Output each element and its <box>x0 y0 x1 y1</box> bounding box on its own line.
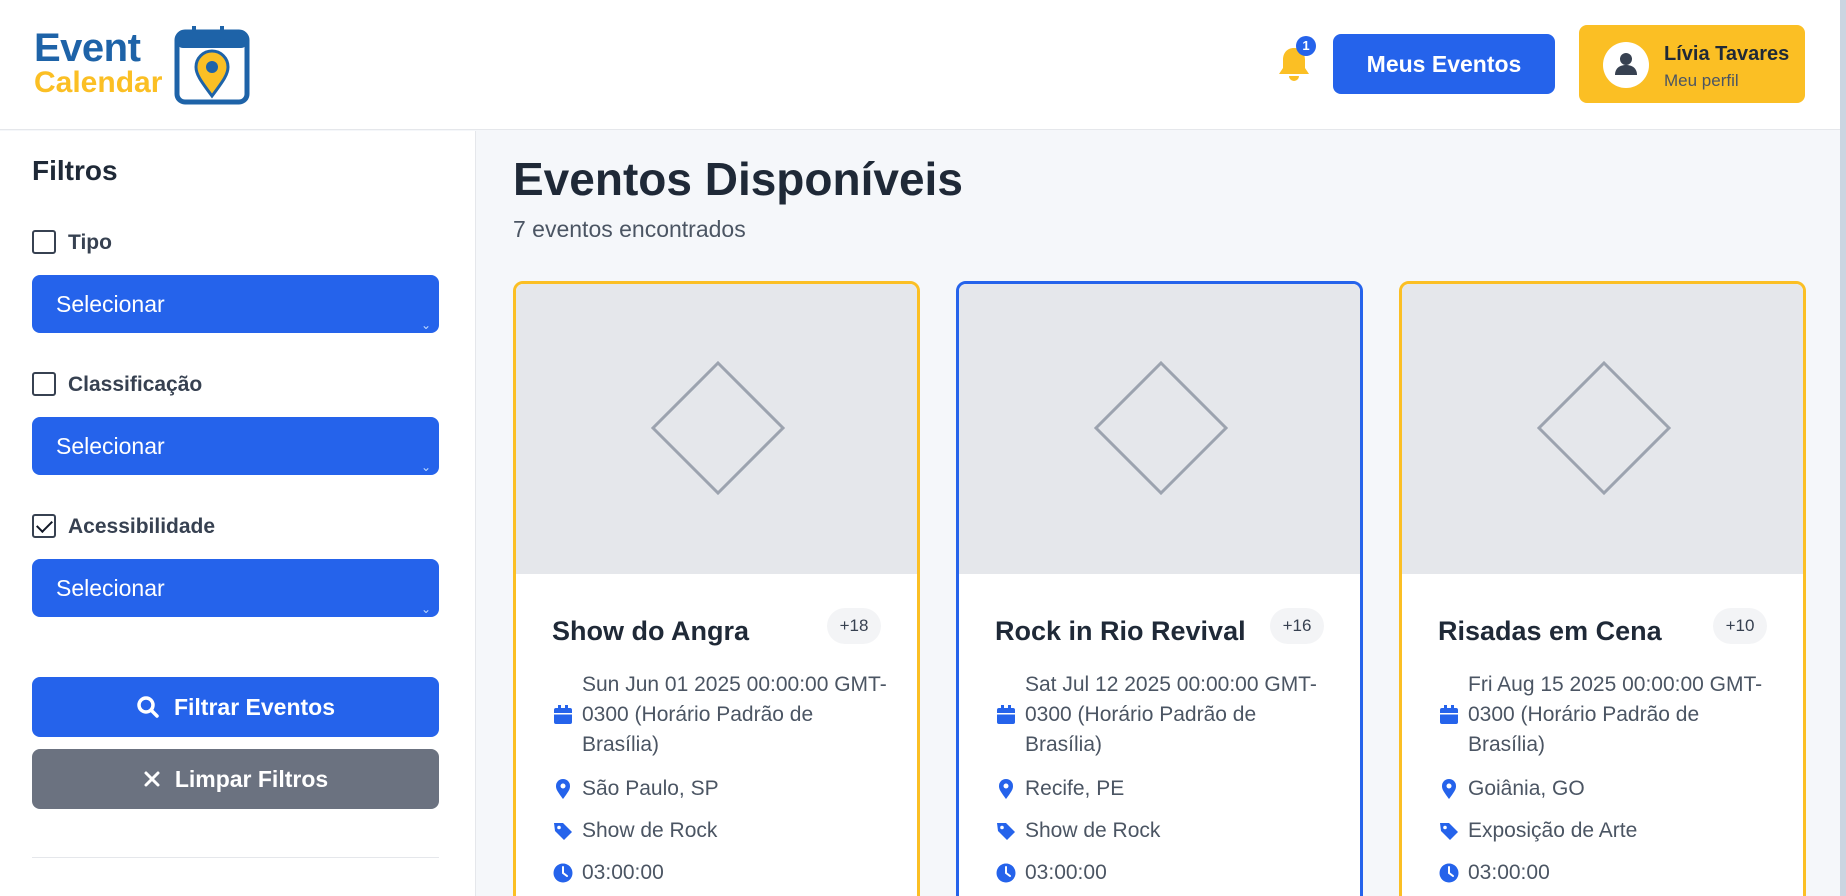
top-header: Event Calendar 1 Meus Eventos Lívia Tava… <box>0 0 1846 130</box>
filter-tipo-label: Tipo <box>68 231 112 254</box>
event-date: Fri Aug 15 2025 00:00:00 GMT-0300 (Horár… <box>1468 673 1763 756</box>
event-image-placeholder <box>1402 284 1803 574</box>
notification-count-badge: 1 <box>1296 36 1316 56</box>
filter-tipo-select[interactable]: Selecionar ⌄ <box>32 275 439 333</box>
profile-name: Lívia Tavares <box>1664 43 1790 65</box>
chevron-down-icon: ⌄ <box>420 318 431 332</box>
filter-acessibilidade-label: Acessibilidade <box>68 515 216 538</box>
tag-icon <box>1440 823 1458 840</box>
age-rating-badge: +18 <box>827 608 881 644</box>
event-date: Sun Jun 01 2025 00:00:00 GMT-0300 (Horár… <box>582 673 887 756</box>
event-time: 03:00:00 <box>1468 861 1550 884</box>
clear-filters-button[interactable]: Limpar Filtros <box>32 749 439 809</box>
filter-events-label: Filtrar Eventos <box>173 693 336 720</box>
filter-classificacao-select[interactable]: Selecionar ⌄ <box>32 417 439 475</box>
event-image-placeholder <box>959 284 1360 574</box>
results-count: 7 eventos encontrados <box>513 216 746 242</box>
clock-icon <box>553 863 573 883</box>
select-value: Selecionar <box>56 291 165 317</box>
event-location: Goiânia, GO <box>1468 777 1585 800</box>
filter-tipo-checkbox[interactable] <box>32 230 56 254</box>
clear-filters-label: Limpar Filtros <box>174 765 329 792</box>
event-time: 03:00:00 <box>1025 861 1107 884</box>
event-location: São Paulo, SP <box>582 777 719 800</box>
event-category: Exposição de Arte <box>1468 819 1638 842</box>
event-image-placeholder <box>516 284 917 574</box>
divider <box>32 857 439 858</box>
event-category: Show de Rock <box>1025 819 1161 842</box>
clock-icon <box>1439 863 1459 883</box>
select-value: Selecionar <box>56 575 165 601</box>
search-icon <box>137 696 159 718</box>
event-category: Show de Rock <box>582 819 718 842</box>
event-card[interactable]: Rock in Rio Revival +16 Sat Jul 12 2025 … <box>956 281 1363 896</box>
event-location: Recife, PE <box>1025 777 1125 800</box>
event-card[interactable]: Show do Angra +18 Sun Jun 01 2025 00:00:… <box>513 281 920 896</box>
filters-sidebar: Filtros Tipo Selecionar ⌄ Classificação … <box>0 131 476 896</box>
select-value: Selecionar <box>56 433 165 459</box>
close-icon <box>144 771 160 787</box>
user-icon <box>1615 53 1637 75</box>
logo-word-event: Event <box>34 26 141 70</box>
event-title: Show do Angra <box>552 616 749 646</box>
filter-classificacao-checkbox[interactable] <box>32 372 56 396</box>
filter-acessibilidade-checkbox[interactable] <box>32 514 56 538</box>
age-rating-badge: +10 <box>1713 608 1767 644</box>
location-pin-icon <box>1442 779 1456 799</box>
event-date: Sat Jul 12 2025 00:00:00 GMT-0300 (Horár… <box>1025 673 1317 756</box>
chevron-down-icon: ⌄ <box>420 460 431 474</box>
image-placeholder-icon <box>1094 361 1228 495</box>
image-placeholder-icon <box>1537 361 1671 495</box>
avatar <box>1603 42 1649 88</box>
filter-events-button[interactable]: Filtrar Eventos <box>32 677 439 737</box>
clock-icon <box>996 863 1016 883</box>
page-title: Eventos Disponíveis <box>513 153 963 205</box>
page-scrollbar[interactable] <box>1840 0 1846 896</box>
profile-button[interactable]: Lívia Tavares Meu perfil <box>1579 25 1805 103</box>
event-time: 03:00:00 <box>582 861 664 884</box>
age-rating-badge: +16 <box>1270 608 1324 644</box>
event-card[interactable]: Risadas em Cena +10 Fri Aug 15 2025 00:0… <box>1399 281 1806 896</box>
tag-icon <box>554 823 572 840</box>
calendar-icon <box>997 705 1015 724</box>
profile-subtitle: Meu perfil <box>1664 71 1739 90</box>
filter-acessibilidade-select[interactable]: Selecionar ⌄ <box>32 559 439 617</box>
calendar-icon <box>1440 705 1458 724</box>
event-title: Risadas em Cena <box>1438 616 1662 646</box>
image-placeholder-icon <box>651 361 785 495</box>
calendar-icon <box>554 705 572 724</box>
calendar-pin-icon <box>174 26 250 105</box>
tag-icon <box>997 823 1015 840</box>
location-pin-icon <box>556 779 570 799</box>
chevron-down-icon: ⌄ <box>420 602 431 616</box>
logo-word-calendar: Calendar <box>34 66 163 99</box>
event-title: Rock in Rio Revival <box>995 616 1246 646</box>
location-pin-icon <box>999 779 1013 799</box>
filters-title: Filtros <box>32 155 118 186</box>
filter-classificacao-label: Classificação <box>68 373 203 396</box>
my-events-button[interactable]: Meus Eventos <box>1333 34 1555 94</box>
